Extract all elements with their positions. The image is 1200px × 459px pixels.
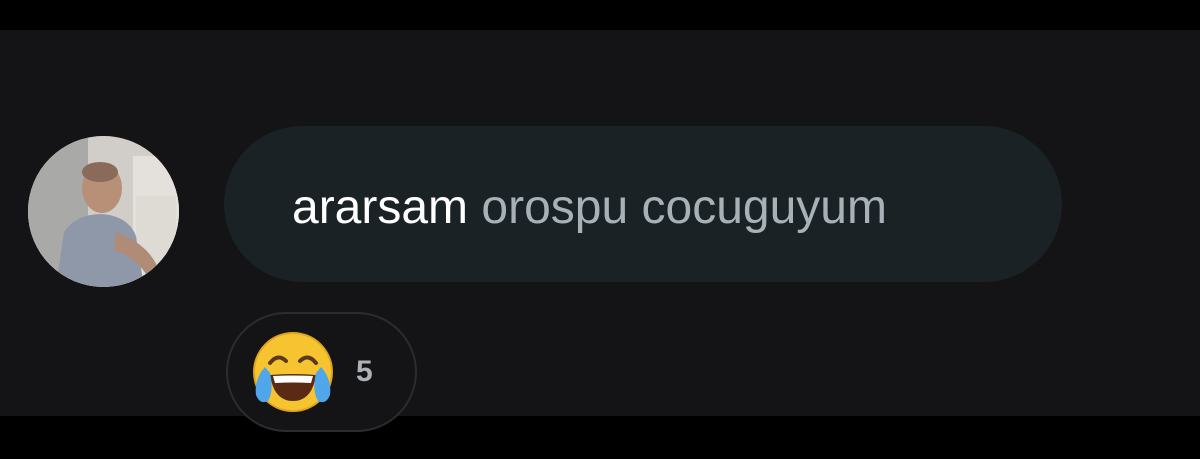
screenshot-frame: ararsam orospu cocuguyum 5	[0, 0, 1200, 459]
reaction-count: 5	[356, 355, 373, 388]
comment-bubble[interactable]: ararsam orospu cocuguyum	[224, 126, 1062, 282]
comment-text-original: orospu cocuguyum	[481, 181, 887, 234]
avatar[interactable]	[28, 136, 179, 287]
face-with-tears-of-joy-icon	[250, 329, 336, 415]
comment-text-overlay: ararsam	[292, 181, 469, 234]
avatar-photo	[28, 136, 179, 287]
reaction-pill[interactable]: 5	[226, 312, 417, 432]
comment-text: ararsam orospu cocuguyum	[292, 180, 887, 236]
comment-panel: ararsam orospu cocuguyum 5	[0, 30, 1200, 432]
